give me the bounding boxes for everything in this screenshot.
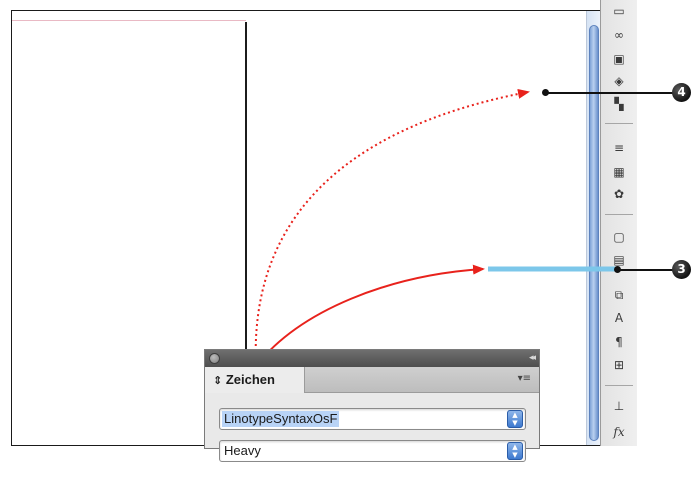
callout-badge-4: 4 xyxy=(672,83,691,102)
close-icon[interactable] xyxy=(209,353,220,364)
character-panel: ◂◂ ⇕ Zeichen ▾≡ LinotypeSyntaxOsF ▲ ▼ Hea… xyxy=(204,349,540,462)
font-style-select[interactable]: Heavy ▲ ▼ xyxy=(219,440,526,462)
font-family-select[interactable]: LinotypeSyntaxOsF ▲ ▼ xyxy=(219,408,526,430)
tab-zeichen[interactable]: ⇕ Zeichen xyxy=(205,367,305,393)
panel-menu-icon[interactable]: ▾≡ xyxy=(518,372,531,386)
panel-titlebar[interactable]: ◂◂ xyxy=(205,350,539,367)
font-family-value: LinotypeSyntaxOsF xyxy=(222,411,340,427)
panel-tab-row: ⇕ Zeichen ▾≡ xyxy=(205,367,539,393)
callout-leader-line xyxy=(548,92,674,94)
font-style-stepper[interactable]: ▲ ▼ xyxy=(507,442,523,460)
callout-leader-line xyxy=(620,269,674,271)
collapse-icon[interactable]: ◂◂ xyxy=(529,351,536,366)
dotted-arrow xyxy=(254,88,530,367)
font-style-value: Heavy xyxy=(224,443,261,458)
tab-stepper-icon: ⇕ xyxy=(213,374,223,387)
font-family-stepper[interactable]: ▲ ▼ xyxy=(507,410,523,428)
tab-label: Zeichen xyxy=(225,372,275,387)
callout-badge-3: 3 xyxy=(672,260,691,279)
